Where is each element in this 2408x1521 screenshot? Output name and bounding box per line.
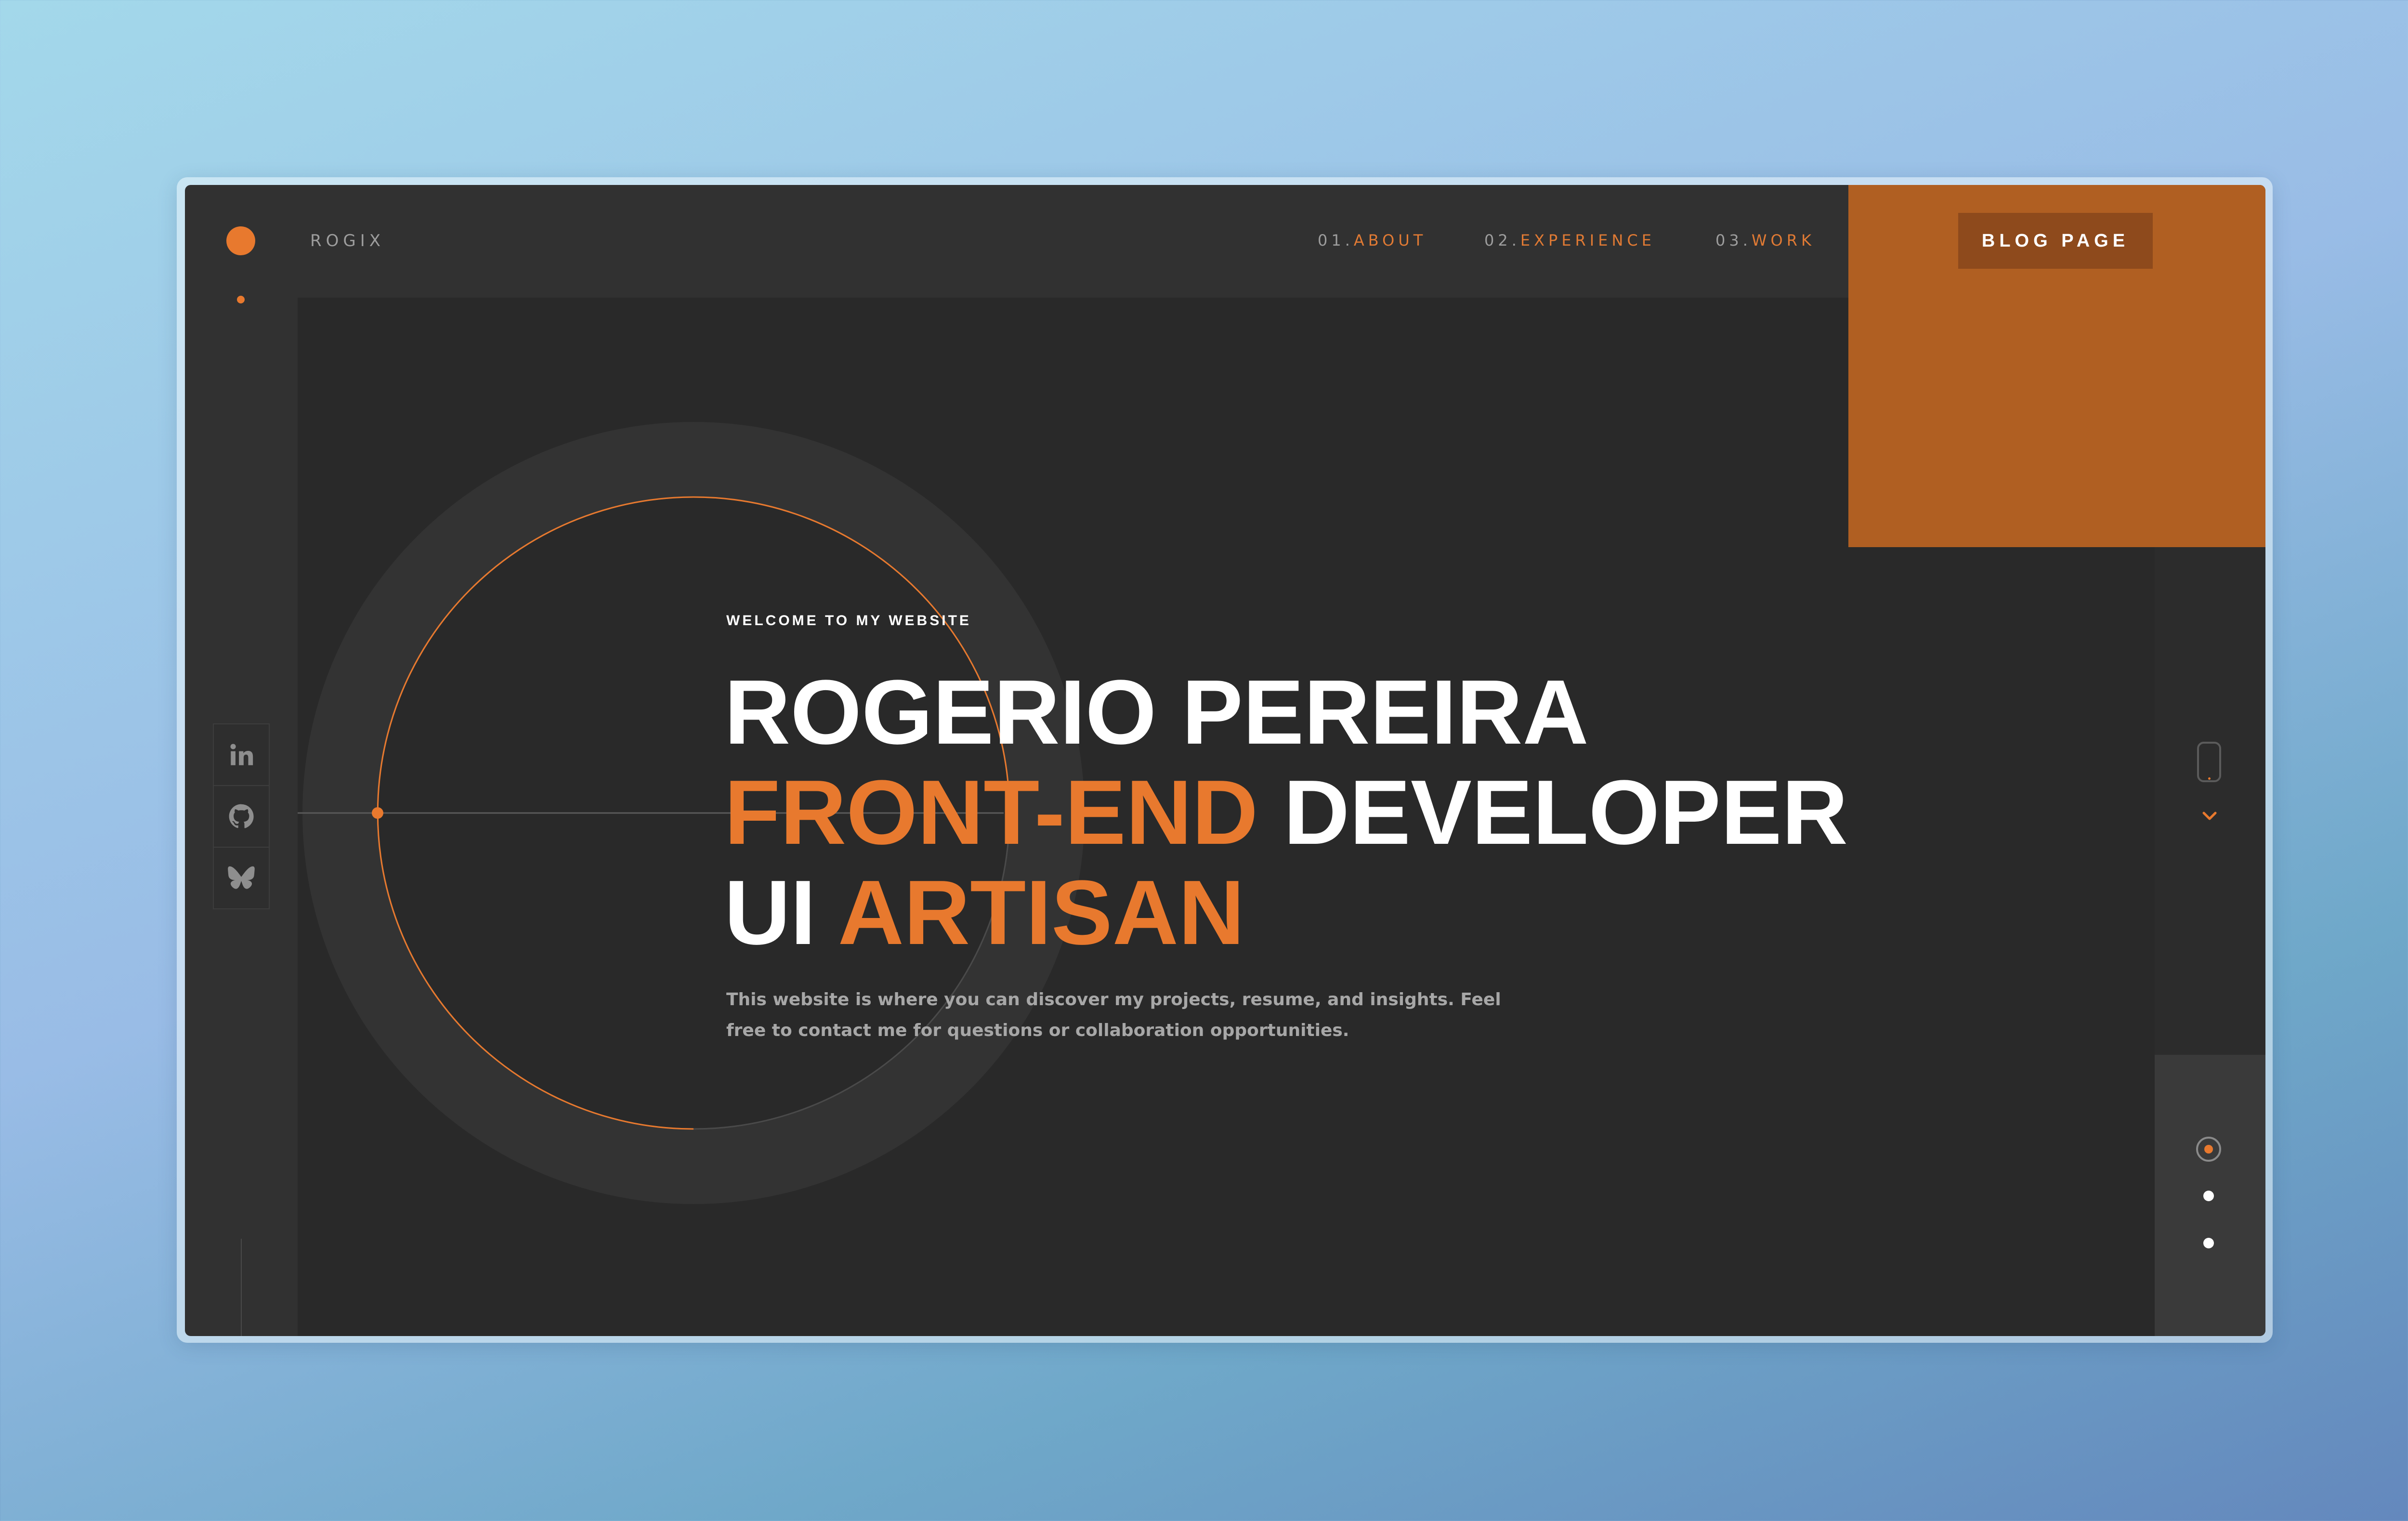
- nav-label: ABOUT: [1353, 231, 1427, 249]
- hero-text: DEVELOPER: [1283, 761, 1848, 864]
- pager-dot[interactable]: [2203, 1238, 2214, 1248]
- chevron-down-icon[interactable]: [2201, 810, 2218, 822]
- pager-dot-active[interactable]: [2196, 1137, 2221, 1162]
- linkedin-icon: [230, 744, 253, 765]
- nav-link-about[interactable]: 01.ABOUT: [1318, 231, 1426, 249]
- hero-text: UI: [724, 862, 816, 964]
- social-link-github[interactable]: [214, 786, 269, 848]
- hero-description: This website is where you can discover m…: [726, 990, 1501, 1040]
- nav-number: 01.: [1318, 231, 1354, 249]
- social-link-linkedin[interactable]: [214, 724, 269, 786]
- guide-dot: [372, 807, 383, 819]
- nav-number: 03.: [1715, 231, 1752, 249]
- nav-label: EXPERIENCE: [1520, 231, 1655, 249]
- nav-number: 02.: [1484, 231, 1520, 249]
- social-links: [213, 723, 270, 909]
- hero-accent-text: ARTISAN: [838, 862, 1245, 964]
- pager-dot[interactable]: [2203, 1191, 2214, 1201]
- hero-title-line-2: FRONT-END DEVELOPER: [724, 767, 1848, 858]
- blog-page-button[interactable]: BLOG PAGE: [1958, 213, 2153, 269]
- indicator-dot: [237, 296, 245, 303]
- nav-label: WORK: [1751, 231, 1815, 249]
- hero-name: ROGERIO PEREIRA: [724, 661, 1589, 763]
- hero-accent-text: FRONT-END: [724, 761, 1258, 864]
- left-vertical-line: [241, 1239, 242, 1336]
- butterfly-icon: [228, 866, 255, 889]
- hero-title-line-3: UI ARTISAN: [724, 867, 1244, 958]
- github-icon: [229, 804, 254, 828]
- nav-link-experience[interactable]: 02.EXPERIENCE: [1484, 231, 1655, 249]
- scroll-indicator[interactable]: [2197, 742, 2221, 782]
- brand-name[interactable]: ROGIX: [310, 231, 385, 250]
- social-link-butterfly[interactable]: [214, 848, 269, 908]
- app-window: ROGIX 01.ABOUT 02.EXPERIENCE 03.WORK BLO…: [185, 185, 2265, 1336]
- logo-dot[interactable]: [226, 226, 255, 255]
- nav-link-work[interactable]: 03.WORK: [1715, 231, 1815, 249]
- welcome-label: WELCOME TO MY WEBSITE: [726, 613, 971, 629]
